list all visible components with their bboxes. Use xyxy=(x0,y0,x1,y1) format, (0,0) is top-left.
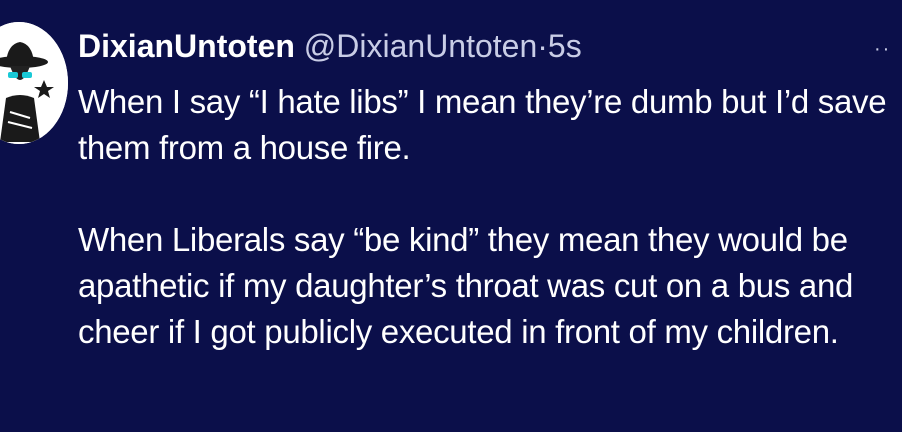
separator-dot: · xyxy=(537,28,548,64)
avatar[interactable] xyxy=(0,22,68,144)
tweet-paragraph: When Liberals say “be kind” they mean th… xyxy=(78,221,854,350)
more-options-icon[interactable]: ·· xyxy=(874,38,891,61)
display-name[interactable]: DixianUntoten xyxy=(78,28,295,64)
tweet-header: DixianUntoten @DixianUntoten·5s xyxy=(78,26,582,66)
user-handle[interactable]: @DixianUntoten xyxy=(304,28,537,64)
timestamp[interactable]: 5s xyxy=(548,28,582,64)
tweet-paragraph: When I say “I hate libs” I mean they’re … xyxy=(78,83,887,166)
tweet[interactable]: DixianUntoten @DixianUntoten·5s ·· When … xyxy=(0,0,902,432)
cowboy-avatar-icon xyxy=(0,22,68,144)
tweet-text: When I say “I hate libs” I mean they’re … xyxy=(78,79,888,355)
